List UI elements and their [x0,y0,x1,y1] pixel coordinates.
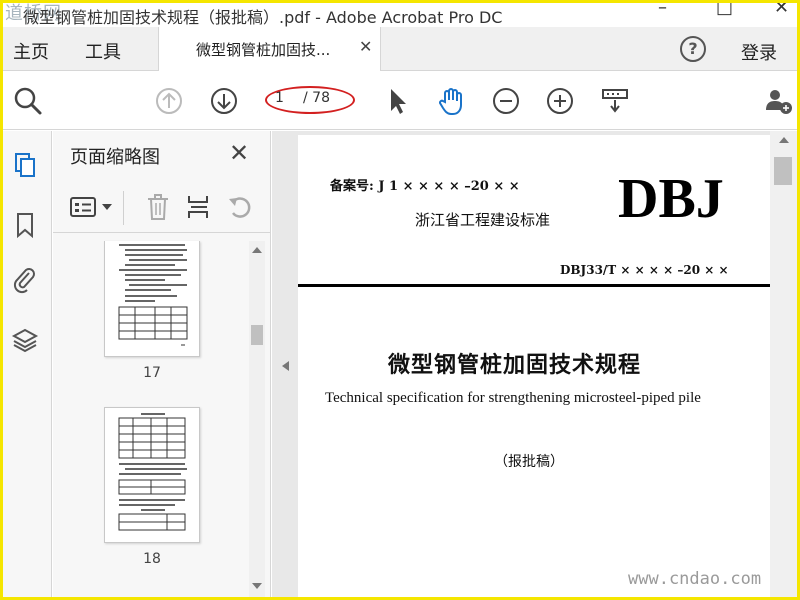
thumbnail-options-icon[interactable] [70,195,98,219]
page-thumbnails-icon[interactable] [11,151,39,179]
header-rule [298,284,770,287]
toolbar-divider [123,191,124,225]
document-title-en: Technical specification for strengthenin… [325,390,701,406]
layers-icon[interactable] [11,326,39,354]
scroll-up-icon[interactable] [252,247,262,253]
watermark: www.cndao.com [628,569,762,589]
login-button[interactable]: 登录 [741,39,777,65]
page-number-box[interactable]: 1 / 78 [265,86,355,114]
registration-number: 备案号: J 1 × × × × –20 × × [330,179,520,194]
scroll-mode-icon[interactable] [600,86,630,116]
thumbnail-scrollbar-thumb[interactable] [251,325,263,345]
close-window-button[interactable]: ✕ [774,3,789,18]
page-thumbnail[interactable] [104,241,200,357]
zoom-out-icon[interactable] [491,86,521,116]
tools-tab[interactable]: 工具 [85,38,121,64]
toolbar: 1 / 78 [3,72,797,130]
chevron-down-icon[interactable] [102,203,112,211]
document-tab[interactable]: 微型钢管桩加固技... ✕ [158,27,381,71]
previous-page-icon[interactable] [154,86,184,116]
scroll-up-icon[interactable] [779,137,789,143]
document-scrollbar[interactable] [770,131,797,597]
insert-page-icon[interactable] [186,193,212,221]
standard-mark: DBJ [618,168,724,230]
maximize-button[interactable]: □ [716,3,733,18]
thumbnail-page-number: 18 [143,551,161,567]
draft-label: （报批稿） [494,454,564,470]
add-user-icon[interactable] [763,86,793,116]
hand-tool-icon[interactable] [436,86,466,116]
window-title: 微型钢管桩加固技术规程（报批稿）.pdf - Adobe Acrobat Pro… [23,8,503,27]
page-thumbnails-panel: 页面缩略图 ✕ 17 18 [53,131,271,597]
delete-page-icon[interactable] [145,193,171,221]
attachment-icon[interactable] [11,266,39,294]
home-tab[interactable]: 主页 [13,38,49,64]
document-scrollbar-thumb[interactable] [774,157,792,185]
red-annotation-circle [265,86,355,114]
menu-bar: 主页 工具 微型钢管桩加固技... ✕ ? 登录 [3,27,797,71]
title-bar: 道桥网 微型钢管桩加固技术规程（报批稿）.pdf - Adobe Acrobat… [3,3,797,27]
bookmark-icon[interactable] [11,211,39,239]
panel-title: 页面缩略图 [70,147,160,168]
scroll-down-icon[interactable] [252,583,262,589]
document-page: 备案号: J 1 × × × × –20 × × 浙江省工程建设标准 DBJ D… [298,135,770,597]
document-title-cn: 微型钢管桩加固技术规程 [388,352,642,378]
next-page-icon[interactable] [209,86,239,116]
page-thumbnail-preview [118,413,187,531]
standard-organization: 浙江省工程建设标准 [415,211,551,229]
thumbnail-toolbar [53,183,271,233]
left-navigation-rail [3,131,52,597]
close-tab-icon[interactable]: ✕ [359,37,372,56]
zoom-in-icon[interactable] [545,86,575,116]
document-tab-label: 微型钢管桩加固技... [196,41,331,59]
thumbnail-scrollbar[interactable] [249,241,265,597]
page-thumbnail-preview [118,244,188,346]
thumbnail-page-number: 17 [143,365,161,381]
collapse-panel-icon[interactable] [282,361,289,371]
page-thumbnail[interactable] [104,407,200,543]
select-arrow-icon[interactable] [383,86,413,116]
minimize-button[interactable]: – [658,3,667,18]
search-icon[interactable] [13,86,43,116]
document-viewer: 备案号: J 1 × × × × –20 × × 浙江省工程建设标准 DBJ D… [272,131,797,597]
app-window: 道桥网 微型钢管桩加固技术规程（报批稿）.pdf - Adobe Acrobat… [0,0,800,600]
close-panel-icon[interactable]: ✕ [229,139,249,167]
standard-code: DBJ33/T × × × × –20 × × [560,263,729,277]
rotate-page-icon[interactable] [227,193,255,221]
help-icon[interactable]: ? [680,36,706,62]
